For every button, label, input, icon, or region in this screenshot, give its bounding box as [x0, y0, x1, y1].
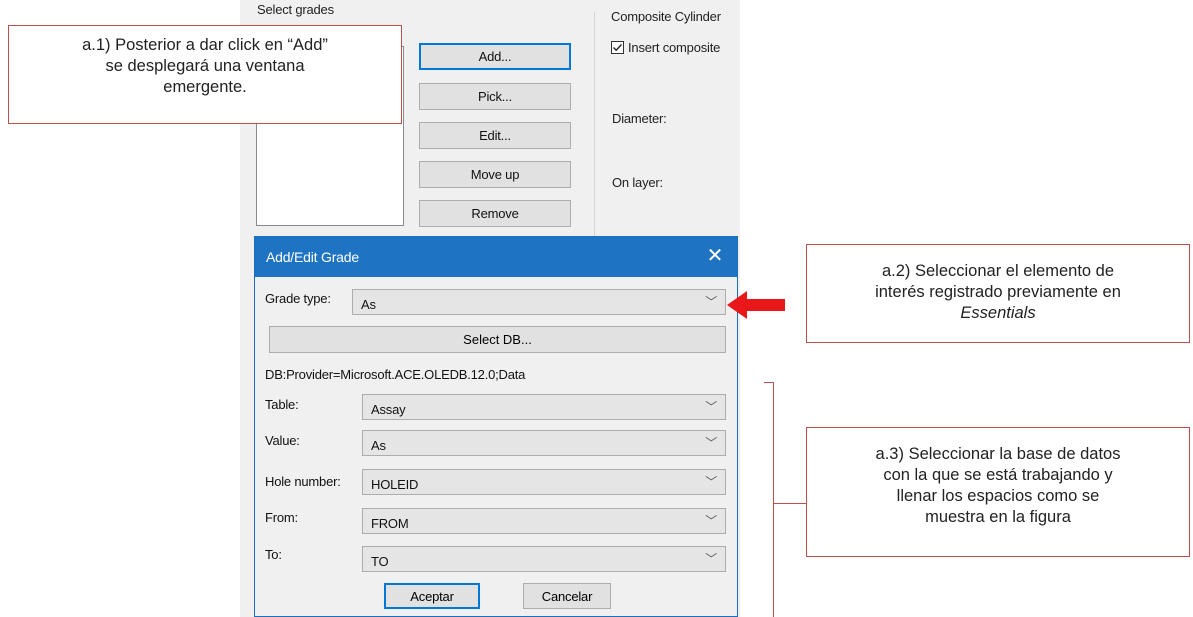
- callout-a2-line1: a.2) Seleccionar el elemento de: [881, 262, 1115, 280]
- callout-a3-line2: con la que se está trabajando y: [883, 466, 1113, 484]
- value-label: Value:: [265, 433, 300, 448]
- hole-number-select[interactable]: HOLEID ﹀: [362, 469, 726, 495]
- checkmark-icon: [613, 44, 623, 52]
- insert-composite-checkbox[interactable]: [611, 41, 624, 54]
- composite-cylinder-label: Composite Cylinder: [611, 9, 721, 24]
- table-select[interactable]: Assay ﹀: [362, 394, 726, 420]
- red-arrow-icon: [727, 291, 785, 319]
- grade-type-select[interactable]: As ﹀: [352, 289, 726, 315]
- dialog-title: Add/Edit Grade: [266, 249, 359, 265]
- hole-number-label: Hole number:: [265, 474, 341, 489]
- callout-a3-line3: llenar los espacios como se: [896, 487, 1100, 505]
- insert-composite-label: Insert composite: [628, 40, 721, 55]
- value-value: As: [371, 438, 386, 453]
- to-value: TO: [371, 554, 389, 569]
- table-label: Table:: [265, 397, 299, 412]
- select-db-button[interactable]: Select DB...: [269, 326, 726, 353]
- diameter-label: Diameter:: [612, 111, 667, 126]
- chevron-down-icon: ﹀: [705, 552, 717, 566]
- table-value: Assay: [371, 402, 406, 417]
- select-grades-label: Select grades: [257, 2, 334, 17]
- hole-number-value: HOLEID: [371, 477, 419, 492]
- callout-a1-line2: se desplegará una ventana: [105, 57, 305, 75]
- bracket-connector: [773, 503, 806, 504]
- value-select[interactable]: As ﹀: [362, 430, 726, 456]
- callout-a2: a.2) Seleccionar el elemento de interés …: [806, 244, 1190, 343]
- accept-button[interactable]: Aceptar: [384, 583, 480, 609]
- grade-type-value: As: [361, 297, 376, 312]
- edit-button[interactable]: Edit...: [419, 122, 571, 149]
- move-up-button[interactable]: Move up: [419, 161, 571, 188]
- chevron-down-icon: ﹀: [705, 436, 717, 450]
- from-label: From:: [265, 510, 298, 525]
- callout-a1-line1: a.1) Posterior a dar click en “Add”: [82, 36, 328, 54]
- callout-a3-line1: a.3) Seleccionar la base de datos: [875, 445, 1121, 463]
- group-divider: [594, 12, 595, 237]
- close-icon[interactable]: ✕: [704, 244, 726, 268]
- add-button[interactable]: Add...: [419, 43, 571, 70]
- callout-a2-line2: interés registrado previamente en: [875, 283, 1121, 301]
- chevron-down-icon: ﹀: [705, 514, 717, 528]
- to-select[interactable]: TO ﹀: [362, 546, 726, 572]
- remove-button[interactable]: Remove: [419, 200, 571, 227]
- chevron-down-icon: ﹀: [705, 295, 717, 309]
- on-layer-label: On layer:: [612, 175, 663, 190]
- from-value: FROM: [371, 516, 409, 531]
- from-select[interactable]: FROM ﹀: [362, 508, 726, 534]
- bracket-line: [764, 382, 774, 617]
- grade-type-label: Grade type:: [265, 291, 331, 306]
- chevron-down-icon: ﹀: [705, 475, 717, 489]
- callout-a3: a.3) Seleccionar la base de datos con la…: [806, 427, 1190, 557]
- callout-a3-line4: muestra en la figura: [925, 508, 1071, 526]
- callout-a1-line3: emergente.: [163, 78, 247, 96]
- pick-button[interactable]: Pick...: [419, 83, 571, 110]
- cancel-button[interactable]: Cancelar: [523, 583, 611, 609]
- to-label: To:: [265, 547, 282, 562]
- callout-a1: a.1) Posterior a dar click en “Add” se d…: [8, 25, 402, 124]
- db-connection-string: DB:Provider=Microsoft.ACE.OLEDB.12.0;Dat…: [265, 367, 526, 382]
- chevron-down-icon: ﹀: [705, 400, 717, 414]
- callout-a2-line3: Essentials: [960, 304, 1036, 322]
